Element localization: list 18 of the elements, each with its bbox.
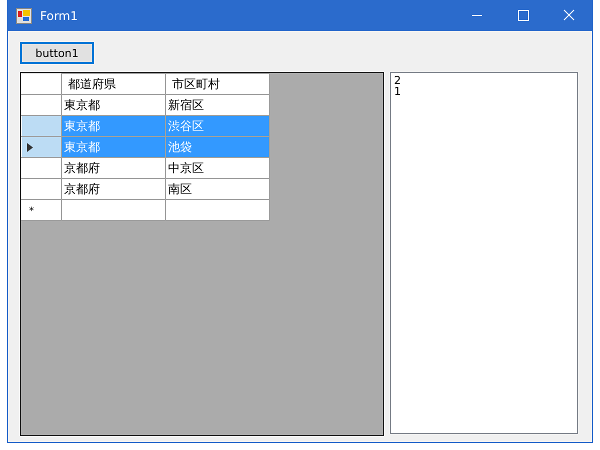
column-header[interactable]: 都道府県 — [62, 74, 166, 94]
button[interactable]: button1 — [20, 42, 94, 64]
table-cell[interactable]: 南区 — [166, 178, 270, 200]
row-header[interactable] — [22, 136, 62, 158]
form-icon — [16, 8, 32, 24]
table-cell[interactable]: 京都府 — [62, 158, 166, 178]
table-cell[interactable]: 新宿区 — [166, 94, 270, 116]
table-cell[interactable]: 京都府 — [62, 178, 166, 200]
new-row-marker: * — [29, 206, 34, 217]
window-title: Form1 — [40, 8, 79, 22]
column-header[interactable]: 市区町村 — [166, 74, 270, 94]
text-line: 2 — [394, 75, 402, 86]
current-row-icon — [27, 142, 33, 152]
table-cell[interactable]: 東京都 — [62, 94, 166, 116]
text-line: 1 — [394, 86, 402, 97]
text-box[interactable]: 2 1 — [390, 72, 578, 434]
table-cell[interactable]: 中京区 — [166, 158, 270, 178]
corner-header-cell — [22, 74, 62, 94]
